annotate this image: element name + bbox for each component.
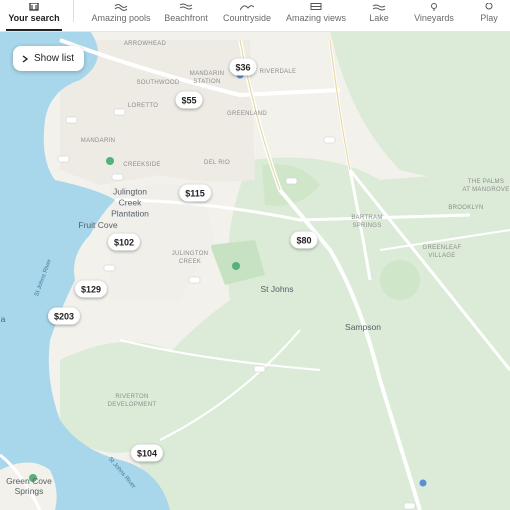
place-label: Green Cove Springs [6, 476, 52, 496]
category-play[interactable]: Play [476, 0, 502, 31]
category-lake[interactable]: Lake [364, 0, 394, 31]
category-amazing-pools[interactable]: Amazing pools [91, 0, 151, 31]
district-label: MANDARIN [80, 138, 116, 144]
district-label: MANDARIN STATION [190, 70, 224, 86]
pool-icon [114, 4, 128, 11]
price-pin[interactable]: $80 [290, 231, 318, 249]
place-label: Fruit Cove [78, 220, 118, 230]
price-pin[interactable]: $104 [130, 444, 164, 462]
district-label: BROOKLYN [448, 205, 484, 211]
hills-icon [240, 5, 254, 11]
map-canvas[interactable] [0, 31, 510, 510]
category-label: Beachfront [164, 13, 208, 23]
district-label: RIVERTON DEVELOPMENT [108, 393, 157, 409]
district-label: GREENLAND [226, 111, 268, 117]
district-label: SOUTHWOOD [136, 80, 180, 86]
show-list-label: Show list [34, 53, 75, 64]
district-label: GREENLEAF VILLAGE [422, 244, 461, 260]
district-label: CREEKSIDE [123, 162, 161, 168]
district-label: DEL RIO [204, 160, 230, 166]
place-label: Sampson [345, 322, 381, 332]
place-label: Julington Creek Plantation [111, 187, 149, 220]
grape-icon [431, 3, 437, 11]
price-pin[interactable]: $129 [74, 280, 108, 298]
place-label-text: Green Cove Springs [6, 476, 52, 496]
district-label: BARTRAM SPRINGS [351, 214, 382, 230]
park-marker-icon [106, 157, 114, 165]
park-marker-icon [232, 262, 240, 270]
district-label-text: THE PALMS AT MANGROVE [462, 179, 510, 193]
view-icon [310, 3, 322, 10]
waves-icon [179, 3, 193, 10]
price-pin[interactable]: $115 [179, 184, 211, 202]
category-label: Amazing views [285, 13, 347, 23]
district-label: RIVERDALE [259, 69, 297, 75]
district-label-text: GREENLEAF VILLAGE [422, 245, 462, 259]
search-history-icon [29, 3, 39, 11]
chevron-right-icon [22, 54, 29, 63]
district-label-text: MANDARIN STATION [189, 71, 225, 85]
category-bar: Your search Amazing pools Beachfront Cou… [0, 0, 510, 32]
district-label: ARROWHEAD [123, 41, 167, 47]
category-label: Your search [8, 13, 60, 23]
place-label: St Johns [260, 284, 294, 294]
district-label: JULINGTON CREEK [172, 250, 209, 266]
category-your-search[interactable]: Your search [6, 0, 62, 31]
price-pin[interactable]: $102 [107, 233, 141, 251]
category-beachfront[interactable]: Beachfront [162, 0, 210, 31]
district-label-text: JULINGTON CREEK [171, 251, 209, 265]
district-label-text: RIVERTON DEVELOPMENT [107, 394, 157, 408]
place-label-text: Julington Creek Plantation [111, 186, 149, 219]
category-label: Vineyards [414, 13, 454, 23]
show-list-button[interactable]: Show list [13, 46, 85, 71]
district-label: THE PALMS AT MANGROVE [462, 178, 509, 194]
district-label-text: BARTRAM SPRINGS [351, 215, 383, 229]
category-amazing-views[interactable]: Amazing views [286, 0, 346, 31]
category-divider [73, 0, 74, 22]
category-label: Lake [369, 13, 389, 23]
category-label: Countryside [222, 13, 272, 23]
transit-marker-icon [419, 479, 427, 487]
category-label: Play [480, 13, 498, 23]
play-icon [485, 3, 493, 10]
category-countryside[interactable]: Countryside [222, 0, 272, 31]
category-vineyards[interactable]: Vineyards [412, 0, 456, 31]
lake-icon [372, 4, 386, 11]
price-pin[interactable]: $36 [229, 58, 257, 76]
price-pin[interactable]: $203 [47, 307, 81, 325]
district-label: LORETTO [127, 103, 159, 109]
place-label: a [0, 314, 6, 324]
category-label: Amazing pools [91, 13, 151, 23]
price-pin[interactable]: $55 [175, 91, 203, 109]
